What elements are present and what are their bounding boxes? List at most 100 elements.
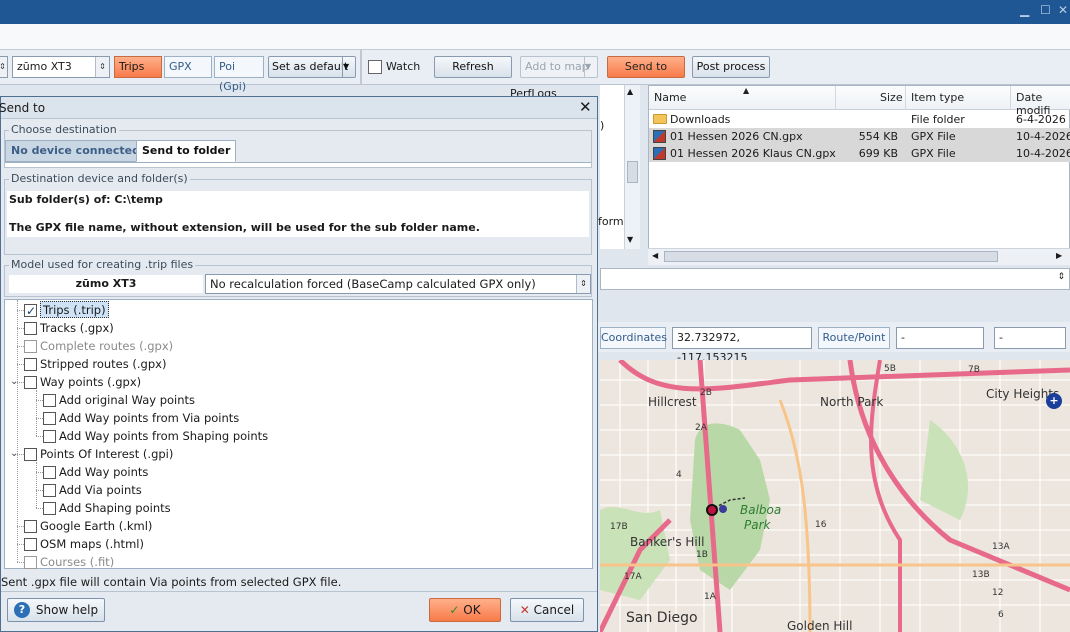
chevron-down-icon: ⇕: [95, 57, 109, 77]
recalc-combo[interactable]: No recalculation forced (BaseCamp calcul…: [205, 274, 591, 294]
choose-destination-group: Choose destination No device connected S…: [4, 123, 592, 168]
file-row[interactable]: 01 Hessen 2026 CN.gpx 554 KB GPX File 10-4-…: [649, 128, 1070, 145]
ok-button[interactable]: ✓ OK: [429, 598, 501, 622]
dest-line-1: Sub folder(s) of: C:\temp: [9, 193, 163, 206]
road-label: 13A: [992, 542, 1010, 552]
tracks-checkbox[interactable]: [24, 322, 37, 335]
map-label: Golden Hill: [787, 619, 853, 632]
chevron-down-icon[interactable]: ⌄: [10, 373, 18, 391]
dropdown-icon: ▼: [584, 57, 597, 77]
add-original-wp-checkbox[interactable]: [43, 394, 56, 407]
dialog-title: Send to: [0, 101, 46, 115]
file-cell-size: 554 KB: [858, 130, 898, 143]
chevron-down-icon[interactable]: ⌄: [10, 445, 18, 463]
route-field-b[interactable]: -: [994, 327, 1066, 349]
tab-send-to-folder[interactable]: Send to folder: [136, 140, 237, 162]
add-to-map-button[interactable]: Add to map ▼: [520, 56, 598, 78]
toolbar: ⇕ zūmo XT3 ⇕ Trips GPX Poi (Gpi) Set as …: [0, 50, 1070, 93]
path-combo[interactable]: ⇕: [600, 268, 1070, 290]
left-spin[interactable]: ⇕: [0, 56, 8, 78]
file-cell-name: 01 Hessen 2026 Klaus CN.gpx: [670, 147, 836, 160]
map-label: Banker's Hill: [630, 535, 705, 549]
scroll-thumb[interactable]: [627, 161, 638, 183]
coordinates-button[interactable]: Coordinates: [600, 327, 667, 349]
map-label: Park: [744, 518, 771, 532]
trips-checkbox[interactable]: [24, 302, 37, 320]
add-wp-via-checkbox[interactable]: [43, 412, 56, 425]
file-cell-date: 10-4-2026: [1016, 147, 1070, 160]
seg-trips[interactable]: Trips: [114, 56, 162, 78]
tree-item-label: Add Way points: [59, 465, 149, 479]
post-process-button[interactable]: Post process: [692, 56, 770, 78]
col-item-type[interactable]: Item type: [911, 91, 964, 104]
stripped-routes-checkbox[interactable]: [24, 358, 37, 371]
tree-scrollbar[interactable]: ▲ ▼: [624, 85, 640, 249]
maximize-icon[interactable]: ☐: [1040, 3, 1051, 17]
col-size[interactable]: Size: [880, 91, 903, 104]
poi-add-wp-checkbox[interactable]: [43, 466, 56, 479]
scroll-thumb[interactable]: [664, 251, 998, 262]
scroll-up-icon[interactable]: ▲: [627, 87, 633, 96]
road-label: 16: [815, 520, 827, 530]
scroll-right-icon[interactable]: ▶: [1056, 251, 1062, 260]
destination-info: Sub folder(s) of: C:\temp The GPX file n…: [7, 191, 589, 237]
add-wp-shaping-checkbox[interactable]: [43, 430, 56, 443]
poi-add-shaping-checkbox[interactable]: [43, 502, 56, 515]
complete-routes-checkbox[interactable]: [24, 340, 37, 353]
close-icon[interactable]: ✕: [1058, 3, 1068, 17]
file-row[interactable]: Downloads File folder 6-4-2026 1: [649, 111, 1070, 128]
road-label: 4: [676, 470, 682, 480]
check-icon: ✓: [449, 603, 460, 617]
route-field-a[interactable]: -: [896, 327, 984, 349]
file-cell-name: 01 Hessen 2026 CN.gpx: [670, 130, 803, 143]
scroll-down-icon[interactable]: ▼: [627, 235, 633, 244]
file-list: Name ▲ Size Item type Date modifi Downlo…: [648, 85, 1070, 265]
map-view[interactable]: Hillcrest North Park City Heights Balboa…: [600, 360, 1070, 632]
show-help-button[interactable]: ? Show help: [7, 598, 105, 622]
map-label: Hillcrest: [648, 395, 697, 409]
file-cell-size: 699 KB: [858, 147, 898, 160]
poi-checkbox[interactable]: [24, 448, 37, 461]
road-label: 1B: [696, 550, 708, 560]
google-earth-checkbox[interactable]: [24, 520, 37, 533]
group-label: Destination device and folder(s): [9, 172, 190, 185]
file-row[interactable]: 01 Hessen 2026 Klaus CN.gpx 699 KB GPX Fil…: [649, 145, 1070, 162]
coordinates-field[interactable]: 32.732972, -117.153215: [672, 327, 812, 364]
file-list-hscrollbar[interactable]: ◀ ▶: [648, 248, 1070, 265]
set-default-button[interactable]: Set as default ▼: [268, 56, 356, 78]
col-name[interactable]: Name: [654, 91, 686, 104]
seg-poi[interactable]: Poi (Gpi): [214, 56, 264, 93]
watch-checkbox[interactable]: [368, 60, 382, 74]
file-cell-type: GPX File: [911, 130, 956, 143]
close-icon[interactable]: ✕: [579, 98, 592, 116]
send-to-button[interactable]: Send to: [607, 56, 685, 78]
road-label: 13B: [972, 570, 990, 580]
tree-item-label: Add Via points: [59, 483, 142, 497]
gpx-file-icon: [653, 147, 666, 160]
tree-item-label: Trips (.trip): [40, 301, 109, 318]
tab-no-device[interactable]: No device connected: [5, 140, 146, 162]
osm-maps-checkbox[interactable]: [24, 538, 37, 551]
route-point-button[interactable]: Route/Point: [818, 327, 890, 349]
device-combo[interactable]: zūmo XT3 ⇕: [12, 56, 110, 78]
scroll-left-icon[interactable]: ◀: [652, 251, 658, 260]
seg-gpx[interactable]: GPX: [164, 56, 212, 78]
road-label: 2A: [695, 423, 707, 433]
way-points-checkbox[interactable]: [24, 376, 37, 389]
tree-item-label: Add Way points from Via points: [59, 411, 240, 425]
file-list-header: Name ▲ Size Item type Date modifi: [649, 86, 1070, 117]
tree-item-label: Add Shaping points: [59, 501, 171, 515]
tree-item-label: Way points (.gpx): [40, 375, 142, 389]
folder-icon: [653, 114, 667, 124]
cancel-button[interactable]: ✕ Cancel: [510, 598, 584, 622]
tree-item-label: Add original Way points: [59, 393, 196, 407]
road-label: 1A: [704, 592, 716, 602]
refresh-button[interactable]: Refresh: [434, 56, 512, 78]
dropdown-icon: ▼: [342, 57, 355, 77]
zoom-in-icon[interactable]: +: [1046, 393, 1062, 409]
minimize-icon[interactable]: ▁: [1020, 3, 1029, 17]
tree-item-label: Tracks (.gpx): [40, 321, 114, 335]
file-cell-date: 10-4-2026: [1016, 130, 1070, 143]
courses-checkbox[interactable]: [24, 556, 37, 569]
poi-add-via-checkbox[interactable]: [43, 484, 56, 497]
